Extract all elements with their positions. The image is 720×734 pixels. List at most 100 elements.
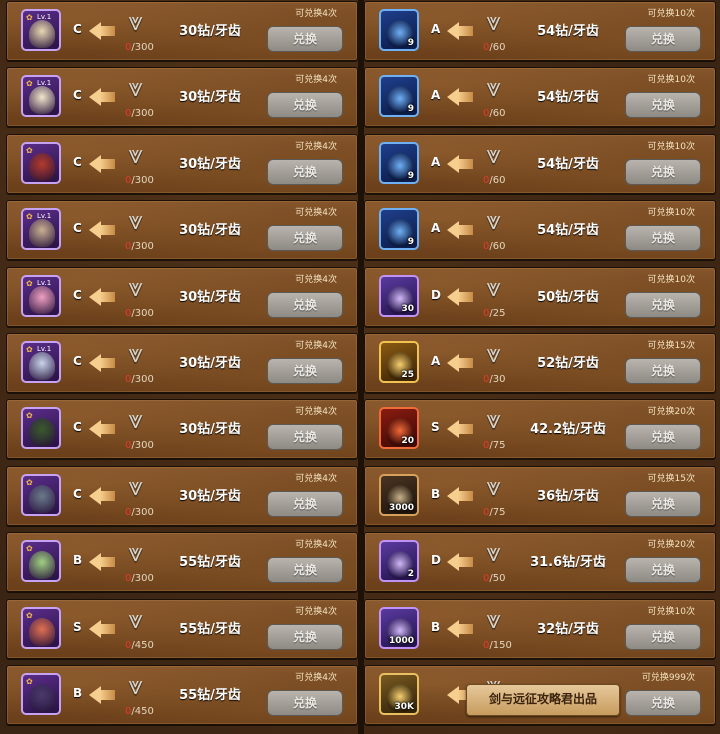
exchange-button[interactable]: 兑换 <box>267 225 343 252</box>
item-quantity: 9 <box>407 104 414 115</box>
exchange-button[interactable]: 兑换 <box>625 490 701 517</box>
hero-portrait-icon[interactable]: ✿ <box>21 141 61 184</box>
exchange-button[interactable]: 兑换 <box>267 557 343 584</box>
exchange-limit: 可兑换10次 <box>647 9 695 19</box>
exchange-row: 2 D ⩔ 0/50 31.6钻/牙齿 可兑换20次 兑换 <box>364 532 716 593</box>
fang-progress: 0/300 <box>125 308 154 319</box>
hero-portrait-icon[interactable]: ✿ Lv.1 <box>21 274 61 317</box>
faction-icon: ✿ <box>26 677 33 686</box>
item-grade: A <box>431 354 441 368</box>
diamond-rate: 54钻/牙齿 <box>537 24 599 39</box>
progress-total: /60 <box>489 42 506 53</box>
fang-currency-icon: ⩔ <box>128 206 143 237</box>
hero-portrait-icon[interactable]: ✿ <box>21 606 61 649</box>
faction-icon: ✿ <box>26 477 33 487</box>
hero-portrait-icon[interactable]: ✿ Lv.1 <box>21 75 61 118</box>
faction-icon: ✿ <box>26 212 33 222</box>
exchange-limit: 可兑换4次 <box>295 9 337 19</box>
exchange-limit: 可兑换10次 <box>647 606 695 617</box>
exchange-button[interactable]: 兑换 <box>267 26 343 52</box>
exchange-limit: 可兑换4次 <box>295 341 337 351</box>
exchange-button[interactable]: 兑换 <box>267 623 343 650</box>
fang-currency-icon: ⩔ <box>486 139 501 170</box>
fang-currency-icon: ⩔ <box>486 73 501 104</box>
item-grade: B <box>73 553 83 568</box>
fang-progress: 0/150 <box>483 640 512 651</box>
hero-portrait-icon[interactable]: ✿ Lv.1 <box>21 341 61 383</box>
exchange-button[interactable]: 兑换 <box>625 358 701 384</box>
hero-portrait-icon[interactable]: ✿ <box>21 473 61 516</box>
diamond-rate: 55钻/牙齿 <box>179 688 241 703</box>
exchange-button[interactable]: 兑换 <box>625 92 701 119</box>
item-quantity: 9 <box>407 38 414 48</box>
diamond-rate: 50钻/牙齿 <box>537 289 599 305</box>
exchange-button[interactable]: 兑换 <box>267 490 343 517</box>
crossed-swords-icon[interactable]: 3000 <box>379 473 419 516</box>
fang-progress: 0/300 <box>125 573 154 584</box>
blue-card-icon[interactable]: 9 <box>379 9 419 51</box>
fang-currency-icon: ⩔ <box>128 139 143 170</box>
diamond-rate: 30钻/牙齿 <box>179 422 241 438</box>
exchange-button[interactable]: 兑换 <box>625 26 701 52</box>
hero-portrait-icon[interactable]: ✿ Lv.1 <box>21 9 61 51</box>
fang-progress: 0/25 <box>483 308 505 319</box>
exchange-button[interactable]: 兑换 <box>267 358 343 384</box>
diamond-rate: 55钻/牙齿 <box>179 555 241 571</box>
exchange-limit: 可兑换4次 <box>295 606 337 617</box>
exchange-button[interactable]: 兑换 <box>625 557 701 584</box>
exchange-button[interactable]: 兑换 <box>267 424 343 451</box>
item-quantity: 3000 <box>388 502 414 513</box>
item-quantity: 1000 <box>388 635 414 646</box>
exchange-button[interactable]: 兑换 <box>625 158 701 185</box>
crystal-stone-icon[interactable]: 30 <box>379 274 419 317</box>
exchange-button[interactable]: 兑换 <box>267 92 343 119</box>
treasure-chest-icon[interactable]: 20 <box>379 407 419 450</box>
progress-total: /300 <box>131 506 154 518</box>
diamond-rate: 54钻/牙齿 <box>537 90 599 106</box>
faction-icon: ✿ <box>26 13 33 22</box>
fang-progress: 0/30 <box>483 374 505 385</box>
hero-portrait-icon[interactable]: ✿ <box>21 407 61 450</box>
exchange-limit: 可兑换20次 <box>647 540 695 551</box>
blue-card-icon[interactable]: 9 <box>379 141 419 184</box>
fang-currency-icon: ⩔ <box>486 272 501 303</box>
item-grade: D <box>431 287 441 302</box>
exchange-limit: 可兑换10次 <box>647 274 695 285</box>
exchange-row: ✿ Lv.1 C ⩔ 0/300 30钻/牙齿 可兑换4次 兑换 <box>6 1 358 61</box>
item-grade: D <box>431 553 441 568</box>
scroll-icon[interactable]: 2 <box>379 540 419 583</box>
diamond-rate: 32钻/牙齿 <box>537 621 599 637</box>
potion-icon[interactable]: 1000 <box>379 606 419 649</box>
fang-progress: 0/300 <box>125 108 154 119</box>
hero-portrait <box>29 86 55 115</box>
blue-card-icon[interactable]: 9 <box>379 75 419 118</box>
fang-currency-icon: ⩔ <box>128 604 143 635</box>
exchange-button[interactable]: 兑换 <box>625 690 701 716</box>
exchange-button[interactable]: 兑换 <box>267 291 343 318</box>
hero-portrait-icon[interactable]: ✿ Lv.1 <box>21 208 61 251</box>
exchange-row: 1000 B ⩔ 0/150 32钻/牙齿 可兑换10次 兑换 <box>364 598 716 659</box>
fang-progress: 0/75 <box>483 507 505 518</box>
item-grade: C <box>73 420 82 435</box>
fang-progress: 0/60 <box>483 175 505 186</box>
item-grade: B <box>73 686 83 700</box>
item-grade: C <box>73 88 82 103</box>
exchange-button[interactable]: 兑换 <box>625 291 701 318</box>
exchange-button[interactable]: 兑换 <box>267 690 343 716</box>
hero-portrait-icon[interactable]: ✿ <box>21 673 61 715</box>
progress-total: /50 <box>489 573 506 585</box>
progress-total: /450 <box>131 639 154 651</box>
exchange-row: ✿ C ⩔ 0/300 30钻/牙齿 可兑换4次 兑换 <box>6 465 358 526</box>
exchange-button[interactable]: 兑换 <box>267 158 343 185</box>
exchange-limit: 可兑换10次 <box>647 75 695 86</box>
exchange-limit: 可兑换4次 <box>295 141 337 152</box>
item-grade: C <box>73 287 82 302</box>
gold-coin-icon[interactable]: 30K <box>379 673 419 715</box>
hero-portrait-icon[interactable]: ✿ <box>21 540 61 583</box>
blue-card-icon[interactable]: 9 <box>379 208 419 251</box>
exchange-button[interactable]: 兑换 <box>625 623 701 650</box>
exchange-button[interactable]: 兑换 <box>625 424 701 451</box>
gold-coin-icon[interactable]: 25 <box>379 341 419 383</box>
exchange-button[interactable]: 兑换 <box>625 225 701 252</box>
progress-total: /300 <box>131 573 154 585</box>
